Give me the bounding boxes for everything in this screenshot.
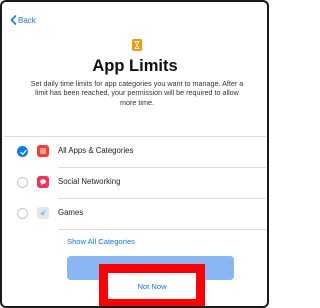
app-limits-sheet: Back App Limits Set daily time limits fo… [4,4,266,306]
category-row-games[interactable]: Games [4,199,266,229]
back-label: Back [18,15,36,25]
category-row-social-networking[interactable]: Social Networking [4,168,266,198]
stack-icon [37,145,49,157]
radio-unchecked[interactable] [17,208,28,219]
hourglass-icon [132,39,142,51]
category-row-all-apps[interactable]: All Apps & Categories [4,137,266,167]
highlight-box: Not Now [99,264,205,306]
category-label: Social Networking [58,177,121,186]
page-title: App Limits [92,57,178,75]
chevron-left-icon [10,15,17,25]
chat-bubble-icon [37,176,49,188]
category-label: Games [58,208,84,217]
back-button[interactable]: Back [10,13,36,27]
not-now-button[interactable]: Not Now [137,282,166,291]
row-divider [58,229,266,230]
show-all-categories-link[interactable]: Show All Categories [67,237,135,246]
rocket-icon [37,207,49,219]
page-description: Set daily time limits for app categories… [30,79,244,107]
radio-checked[interactable] [17,146,28,157]
checkmark-icon [20,149,27,155]
radio-unchecked[interactable] [17,177,28,188]
device-frame: Back App Limits Set daily time limits fo… [0,0,269,308]
category-label: All Apps & Categories [58,146,134,155]
